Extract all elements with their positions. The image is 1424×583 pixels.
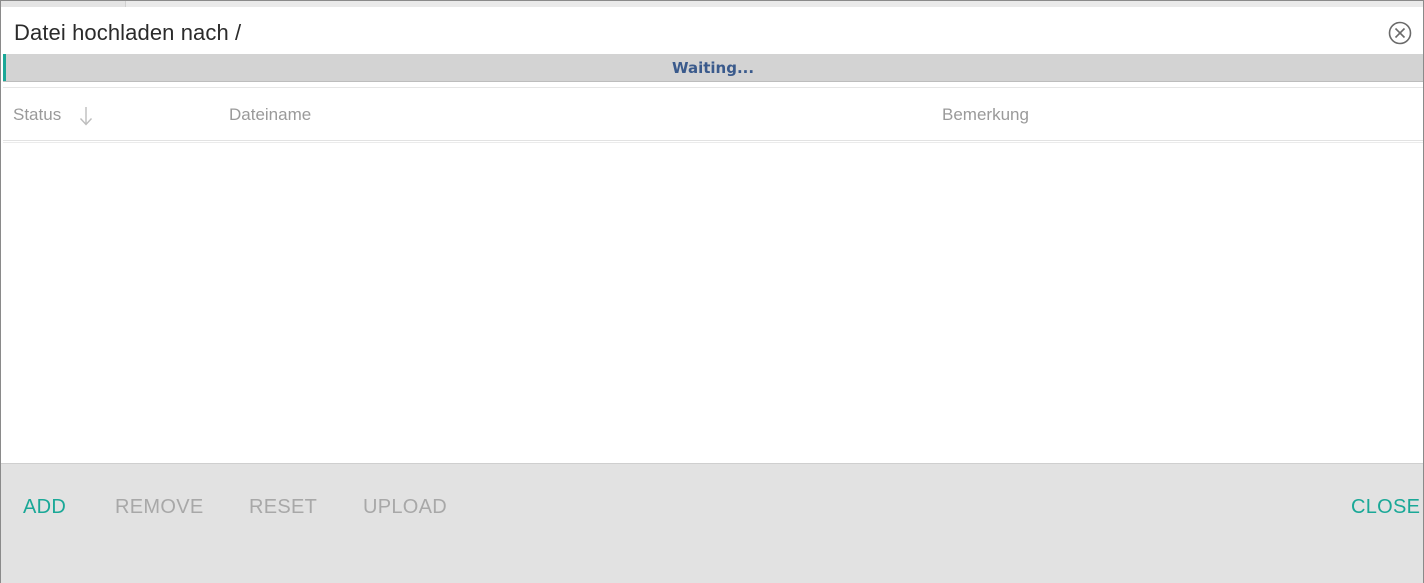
file-list-body[interactable] — [3, 143, 1423, 463]
reset-button[interactable]: RESET — [249, 496, 317, 519]
column-header-dateiname[interactable]: Dateiname — [229, 105, 311, 125]
arrow-down-icon — [79, 106, 93, 131]
column-header-bemerkung[interactable]: Bemerkung — [942, 105, 1029, 125]
remove-button[interactable]: REMOVE — [115, 496, 203, 519]
upload-dialog: Datei hochladen nach / Waiting... Status… — [0, 0, 1424, 583]
top-strip — [1, 1, 1423, 7]
progress-bar: Waiting... — [3, 54, 1423, 82]
upload-button[interactable]: UPLOAD — [363, 496, 447, 519]
add-button[interactable]: ADD — [23, 496, 66, 519]
close-icon[interactable] — [1388, 21, 1412, 45]
grid-header: Status Dateiname Bemerkung — [3, 87, 1423, 141]
dialog-footer: ADD REMOVE RESET UPLOAD CLOSE — [1, 463, 1423, 583]
column-header-status-label: Status — [13, 105, 62, 124]
progress-status-text: Waiting... — [671, 59, 755, 77]
column-header-status[interactable]: Status — [13, 105, 93, 126]
background-tab — [1, 1, 126, 7]
close-button[interactable]: CLOSE — [1351, 496, 1420, 519]
dialog-title: Datei hochladen nach / — [14, 20, 242, 45]
